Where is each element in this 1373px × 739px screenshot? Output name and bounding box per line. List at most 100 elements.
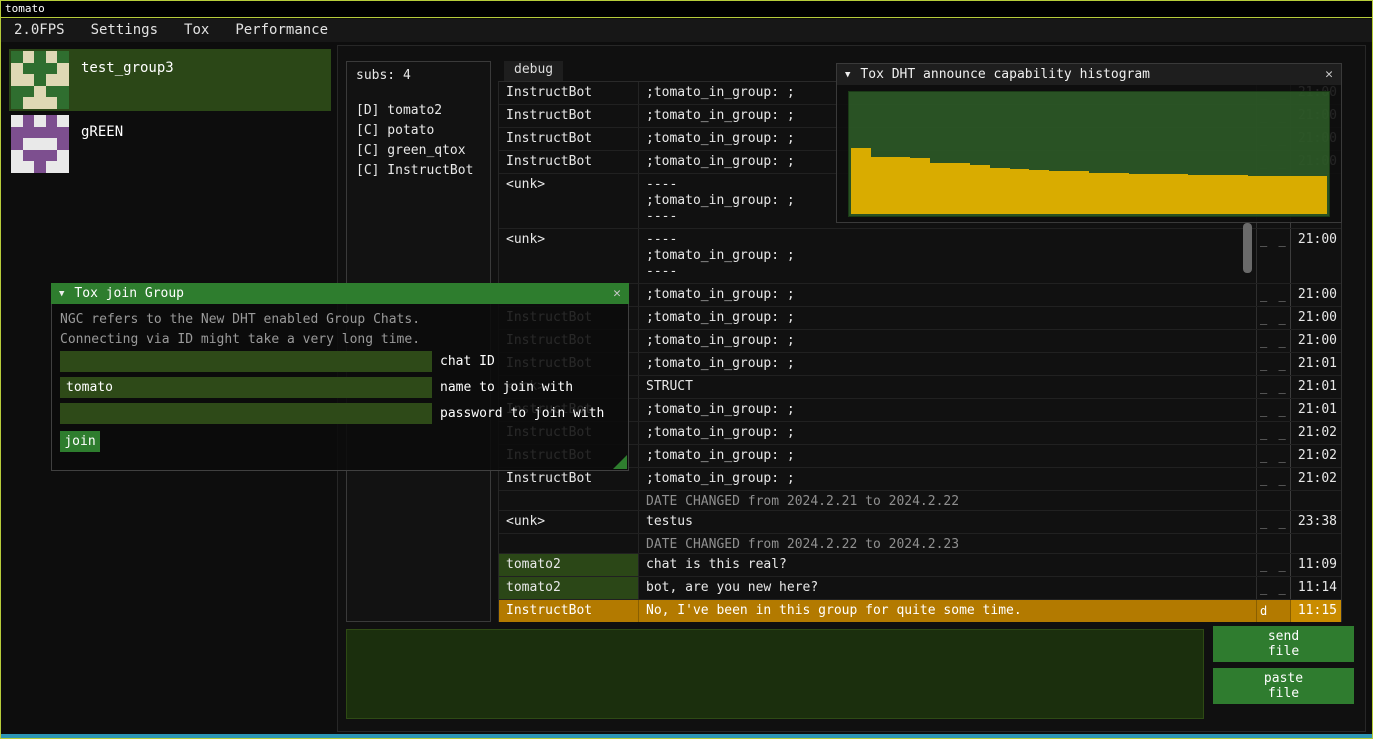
delivery-flags: _ _ bbox=[1256, 229, 1290, 283]
system-row[interactable]: DATE CHANGED from 2024.2.21 to 2024.2.22 bbox=[499, 491, 1341, 511]
delivery-flags: _ _ bbox=[1256, 511, 1290, 533]
contact-list: test_group3 gREEN bbox=[9, 49, 331, 177]
histogram-bar bbox=[1168, 174, 1188, 214]
delivery-flags: _ _ bbox=[1256, 307, 1290, 329]
chat-row[interactable]: tomato2bot, are you new here?_ _11:14 bbox=[499, 577, 1341, 600]
histogram-bar bbox=[1029, 170, 1049, 214]
histogram-bar bbox=[910, 158, 930, 214]
chat-row[interactable]: <unk>testus_ _23:38 bbox=[499, 511, 1341, 534]
join-group-popup: ▼ Tox join Group ✕ NGC refers to the New… bbox=[51, 283, 629, 471]
sender-name: InstructBot bbox=[499, 600, 639, 622]
sender-name: tomato2 bbox=[499, 554, 639, 576]
ngc-info-line-2: Connecting via ID might take a very long… bbox=[60, 332, 420, 347]
histogram-bar bbox=[1089, 173, 1109, 214]
fps-counter: 2.0FPS bbox=[1, 19, 78, 42]
timestamp: 23:38 bbox=[1290, 511, 1341, 533]
histogram-bar bbox=[1228, 175, 1248, 214]
input-password-to-join-with[interactable] bbox=[60, 403, 432, 424]
histogram-bar bbox=[990, 168, 1010, 214]
input-name-to-join-with[interactable] bbox=[60, 377, 432, 398]
histogram-bar bbox=[1307, 176, 1327, 214]
send-file-button[interactable]: send file bbox=[1213, 626, 1354, 662]
histogram-bar bbox=[950, 163, 970, 214]
sender-name: tomato2 bbox=[499, 577, 639, 599]
chat-row[interactable]: InstructBotNo, I've been in this group f… bbox=[499, 600, 1341, 622]
close-icon[interactable]: ✕ bbox=[1325, 67, 1333, 82]
resize-grip[interactable] bbox=[613, 455, 627, 469]
message-text: ;tomato_in_group: ; bbox=[639, 284, 1256, 306]
histogram-bar bbox=[1248, 176, 1268, 214]
dht-histogram-window: ▼ Tox DHT announce capability histogram … bbox=[836, 63, 1342, 223]
message-text: ;tomato_in_group: ; bbox=[639, 399, 1256, 421]
join-group-titlebar[interactable]: ▼ Tox join Group ✕ bbox=[51, 283, 629, 304]
system-message: DATE CHANGED from 2024.2.21 to 2024.2.22 bbox=[639, 491, 1256, 510]
sender-name: <unk> bbox=[499, 511, 639, 533]
histogram-bar bbox=[1129, 174, 1149, 214]
sender-name: InstructBot bbox=[499, 105, 639, 127]
tab-debug[interactable]: debug bbox=[504, 61, 563, 81]
contact-test-group3[interactable]: test_group3 bbox=[9, 49, 331, 111]
chat-row[interactable]: tomato2chat is this real?_ _11:09 bbox=[499, 554, 1341, 577]
subs-item-d-tomato2[interactable]: [D] tomato2 bbox=[356, 101, 481, 121]
message-text: ---- ;tomato_in_group: ; ---- bbox=[639, 229, 1256, 283]
message-text: ;tomato_in_group: ; bbox=[639, 468, 1256, 490]
chat-row[interactable]: InstructBot;tomato_in_group: ;_ _21:02 bbox=[499, 468, 1341, 491]
dht-histogram-titlebar[interactable]: ▼ Tox DHT announce capability histogram … bbox=[836, 63, 1342, 85]
timestamp: 21:01 bbox=[1290, 376, 1341, 398]
histogram-bar bbox=[930, 163, 950, 214]
system-message: DATE CHANGED from 2024.2.22 to 2024.2.23 bbox=[639, 534, 1256, 553]
contact-name: gREEN bbox=[81, 124, 123, 140]
histogram-bar bbox=[1109, 173, 1129, 214]
message-text: ;tomato_in_group: ; bbox=[639, 422, 1256, 444]
histogram-plot bbox=[848, 91, 1330, 217]
subs-item-c-green-qtox[interactable]: [C] green_qtox bbox=[356, 141, 481, 161]
chat-scrollbar-thumb[interactable] bbox=[1243, 223, 1252, 273]
delivery-flags: _ _ bbox=[1256, 330, 1290, 352]
paste-file-button[interactable]: paste file bbox=[1213, 668, 1354, 704]
sender-name bbox=[499, 491, 639, 510]
input-chat-id[interactable] bbox=[60, 351, 432, 372]
window-titlebar[interactable]: tomato bbox=[1, 1, 1372, 18]
delivery-flags: _ _ bbox=[1256, 468, 1290, 490]
menu-item-tox[interactable]: Tox bbox=[171, 19, 222, 42]
message-text: ;tomato_in_group: ; bbox=[639, 445, 1256, 467]
contact-green[interactable]: gREEN bbox=[9, 113, 331, 175]
timestamp: 21:02 bbox=[1290, 445, 1341, 467]
histogram-bar bbox=[851, 148, 871, 214]
window-title: tomato bbox=[5, 2, 45, 15]
dht-histogram-title: Tox DHT announce capability histogram bbox=[860, 67, 1150, 82]
delivery-flags: _ _ bbox=[1256, 577, 1290, 599]
wm-focus-strip bbox=[1, 734, 1372, 738]
timestamp: 21:00 bbox=[1290, 229, 1341, 283]
subs-item-c-potato[interactable]: [C] potato bbox=[356, 121, 481, 141]
sender-name: <unk> bbox=[499, 174, 639, 228]
dht-histogram-body bbox=[836, 85, 1342, 223]
menu-bar: 2.0FPSSettingsToxPerformance bbox=[1, 19, 1372, 42]
collapse-icon[interactable]: ▼ bbox=[59, 289, 64, 299]
menu-item-performance[interactable]: Performance bbox=[222, 19, 341, 42]
menu-item-settings[interactable]: Settings bbox=[78, 19, 171, 42]
histogram-bar bbox=[1010, 169, 1030, 214]
sender-name: <unk> bbox=[499, 229, 639, 283]
sender-name: InstructBot bbox=[499, 82, 639, 104]
sender-name: InstructBot bbox=[499, 468, 639, 490]
avatar bbox=[11, 51, 69, 109]
chat-row[interactable]: <unk>---- ;tomato_in_group: ; ----_ _21:… bbox=[499, 229, 1341, 284]
message-text: bot, are you new here? bbox=[639, 577, 1256, 599]
collapse-icon[interactable]: ▼ bbox=[845, 70, 850, 80]
message-input[interactable] bbox=[346, 629, 1204, 719]
message-text: No, I've been in this group for quite so… bbox=[639, 600, 1256, 622]
delivery-flags bbox=[1256, 534, 1290, 553]
delivery-flags: _ _ bbox=[1256, 399, 1290, 421]
message-text: ;tomato_in_group: ; bbox=[639, 353, 1256, 375]
system-row[interactable]: DATE CHANGED from 2024.2.22 to 2024.2.23 bbox=[499, 534, 1341, 554]
close-icon[interactable]: ✕ bbox=[613, 286, 621, 301]
join-button[interactable]: join bbox=[60, 431, 100, 452]
message-text: testus bbox=[639, 511, 1256, 533]
subs-item-c-instructbot[interactable]: [C] InstructBot bbox=[356, 161, 481, 181]
timestamp: 11:14 bbox=[1290, 577, 1341, 599]
histogram-bar bbox=[891, 157, 911, 214]
message-text: chat is this real? bbox=[639, 554, 1256, 576]
avatar bbox=[11, 115, 69, 173]
delivery-flags: _ _ bbox=[1256, 284, 1290, 306]
